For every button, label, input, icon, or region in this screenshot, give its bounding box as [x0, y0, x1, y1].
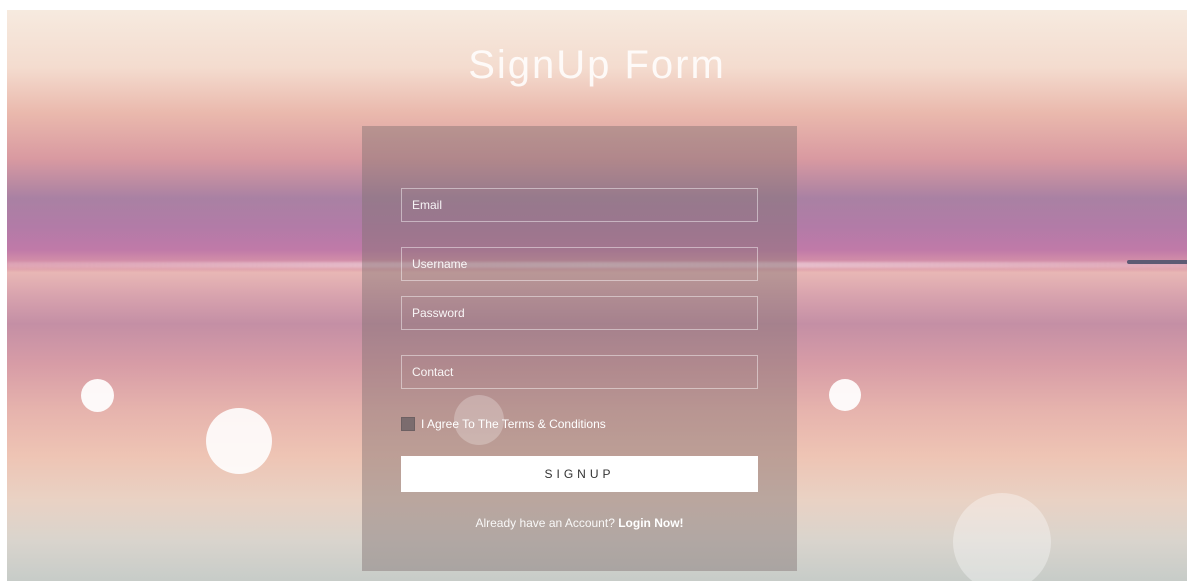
signup-button[interactable]: SIGNUP: [401, 456, 758, 492]
email-field[interactable]: [401, 188, 758, 222]
decor-bubble: [454, 395, 504, 445]
login-prompt-line: Already have an Account? Login Now!: [362, 516, 797, 530]
decor-bubble: [81, 379, 114, 412]
page-title: SignUp Form: [468, 43, 726, 87]
decor-bubble: [206, 408, 272, 474]
contact-field[interactable]: [401, 355, 758, 389]
distant-land: [1127, 260, 1187, 264]
decor-bubble: [829, 379, 861, 411]
checkbox-icon[interactable]: [401, 417, 415, 431]
username-field[interactable]: [401, 247, 758, 281]
signup-form-panel: I Agree To The Terms & Conditions SIGNUP…: [362, 126, 797, 571]
terms-label: I Agree To The Terms & Conditions: [421, 417, 606, 431]
login-prompt-text: Already have an Account?: [475, 516, 615, 530]
decor-bubble: [953, 493, 1051, 581]
password-field[interactable]: [401, 296, 758, 330]
login-now-link[interactable]: Login Now!: [618, 516, 683, 530]
background-scene: SignUp Form I Agree To The Terms & Condi…: [7, 10, 1187, 581]
